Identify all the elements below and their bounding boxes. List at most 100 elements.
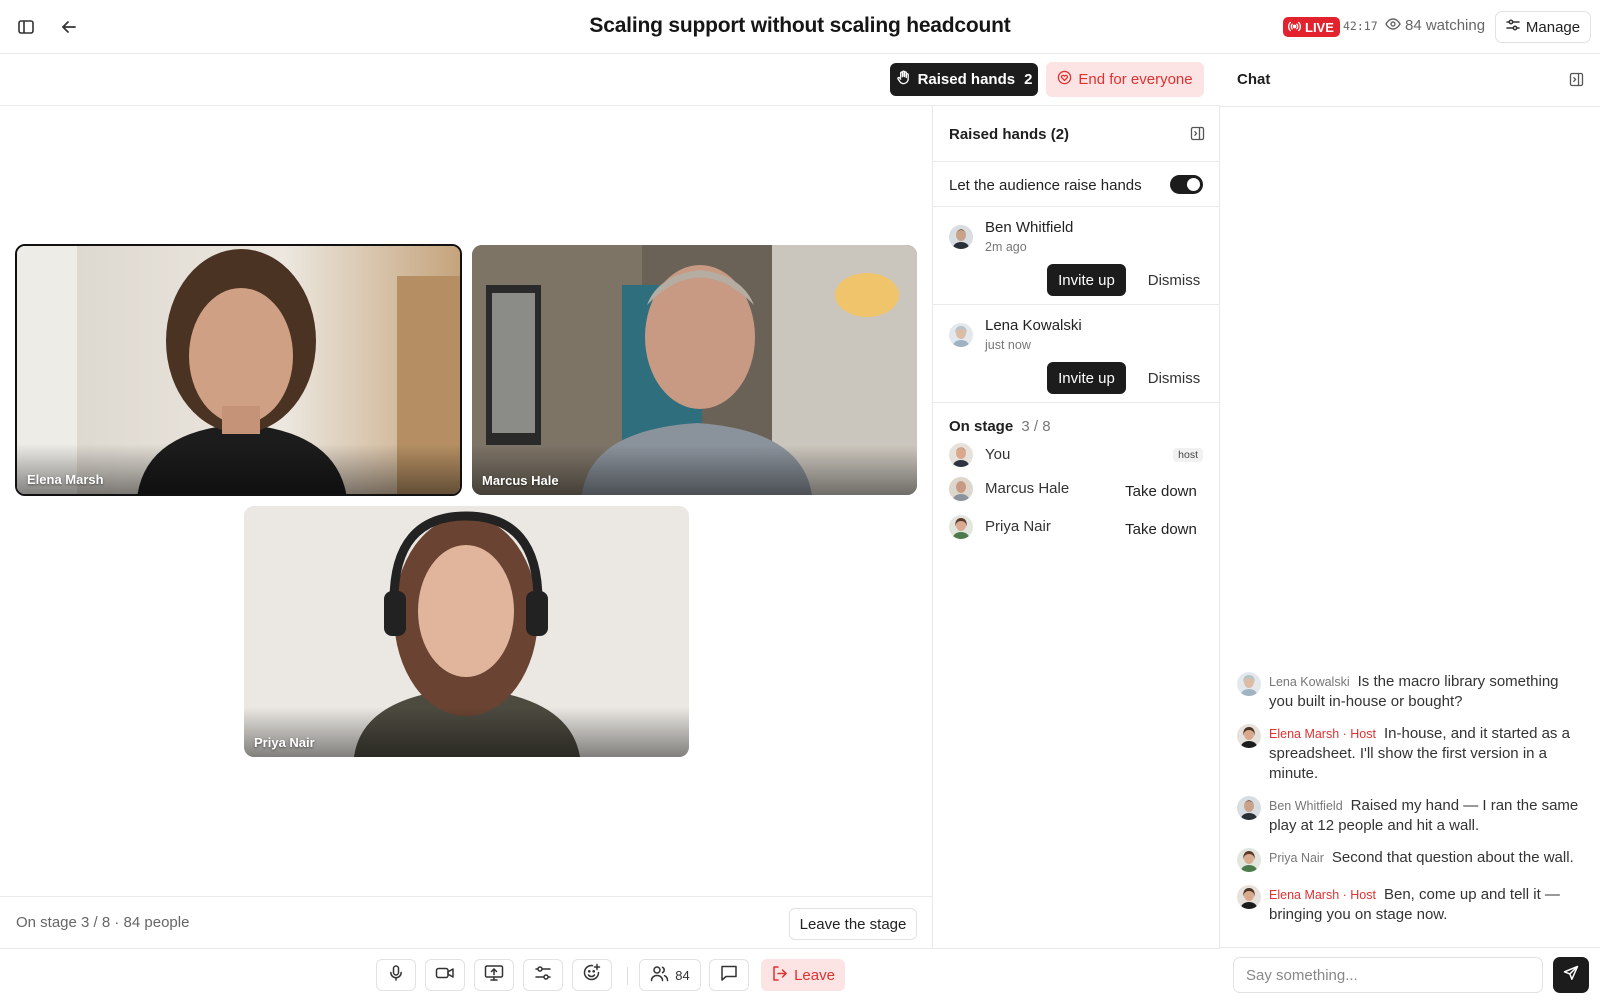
raise-hands-toggle[interactable]: [1170, 175, 1203, 194]
sliders-icon: [534, 964, 552, 986]
emoji-add-icon: [582, 963, 602, 987]
chat-toggle-button[interactable]: [709, 959, 749, 991]
settings-button[interactable]: [523, 959, 563, 991]
message-text: Second that question about the wall.: [1331, 849, 1574, 866]
chat-message: Elena Marsh · Host In-house, and it start…: [1237, 724, 1582, 784]
collapse-chat-icon[interactable]: [1569, 72, 1584, 91]
chat-input[interactable]: [1233, 957, 1543, 993]
avatar: [1237, 672, 1261, 696]
leave-stage-button[interactable]: Leave the stage: [789, 908, 917, 940]
hand-icon: [896, 70, 911, 89]
people-icon: [650, 965, 669, 986]
live-timer: 42:17: [1343, 19, 1378, 33]
end-for-everyone-button[interactable]: End for everyone: [1046, 62, 1204, 97]
manage-label: Manage: [1525, 18, 1581, 36]
avatar: [1237, 724, 1261, 748]
collapse-panel-icon[interactable]: [1190, 126, 1205, 145]
send-button[interactable]: [1553, 957, 1589, 993]
stage-toolbar: Raised hands 2 End for everyone: [0, 54, 1220, 106]
member-name: Priya Nair: [985, 518, 1051, 535]
on-stage-label: On stage: [949, 418, 1014, 435]
camera-button[interactable]: [425, 959, 465, 991]
chat-composer: [1220, 947, 1600, 1000]
leave-label: Leave: [794, 966, 835, 984]
take-down-button[interactable]: Take down: [1117, 476, 1205, 506]
eye-icon: [1385, 17, 1401, 34]
message-author: Priya Nair: [1269, 851, 1324, 865]
take-down-button[interactable]: Take down: [1117, 514, 1205, 544]
message-author: Ben Whitfield: [1269, 799, 1343, 813]
invite-up-button[interactable]: Invite up: [1047, 264, 1126, 296]
video-tile-elena[interactable]: Elena Marsh: [15, 244, 462, 496]
sliders-icon: [1506, 18, 1520, 36]
chat-title: Chat: [1237, 71, 1271, 88]
on-stage-member: You host: [949, 442, 1205, 468]
avatar: [1237, 885, 1261, 909]
hand-request-item: Lena Kowalski just now Invite up Dismiss: [933, 305, 1219, 403]
viewer-count: 84 watching: [1385, 17, 1485, 34]
tile-name: Priya Nair: [254, 735, 315, 750]
stop-circle-icon: [1057, 70, 1072, 89]
tile-name: Elena Marsh: [27, 472, 104, 487]
chat-message: Lena Kowalski Is the macro library someth…: [1237, 672, 1582, 712]
invite-up-button[interactable]: Invite up: [1047, 362, 1126, 394]
message-author: Lena Kowalski: [1269, 675, 1350, 689]
on-stage-heading: On stage 3 / 8: [949, 418, 1051, 435]
camera-icon: [435, 964, 455, 986]
exit-icon: [771, 965, 788, 986]
raised-hands-title: Raised hands (2): [949, 126, 1070, 143]
member-name: Marcus Hale: [985, 480, 1070, 497]
chat-message: Ben Whitfield Raised my hand — I ran the …: [1237, 796, 1582, 836]
tile-name: Marcus Hale: [482, 473, 559, 488]
stage-footer: On stage 3 / 8 · 84 people Leave the sta…: [0, 896, 932, 948]
avatar: [949, 323, 973, 347]
avatar: [949, 477, 973, 501]
chat-header: Chat: [1220, 54, 1600, 107]
hand-request-item: Ben Whitfield 2m ago Invite up Dismiss: [933, 207, 1219, 305]
chat-message: Elena Marsh · Host Ben, come up and tell …: [1237, 885, 1582, 925]
raised-hands-header: Raised hands (2): [933, 106, 1219, 162]
request-time: 2m ago: [985, 240, 1027, 254]
microphone-button[interactable]: [376, 959, 416, 991]
avatar: [1237, 796, 1261, 820]
screen-share-icon: [484, 964, 504, 986]
live-badge: LIVE: [1283, 17, 1340, 37]
raise-hands-setting: Let the audience raise hands: [933, 162, 1219, 207]
chat-bubble-icon: [720, 964, 738, 986]
avatar: [949, 443, 973, 467]
manage-button[interactable]: Manage: [1495, 11, 1591, 43]
call-controls: 84 Leave: [0, 948, 1220, 1000]
raised-hands-count: 2: [1024, 71, 1033, 88]
host-tag: host: [1173, 448, 1203, 462]
dismiss-button[interactable]: Dismiss: [1137, 362, 1211, 394]
microphone-icon: [387, 964, 405, 986]
member-name: You: [985, 446, 1011, 463]
reactions-button[interactable]: [572, 959, 612, 991]
send-icon: [1563, 965, 1579, 985]
participants-count: 84: [675, 967, 690, 983]
leave-button[interactable]: Leave: [761, 959, 845, 991]
broadcast-icon: [1288, 20, 1301, 35]
avatar: [949, 225, 973, 249]
dismiss-button[interactable]: Dismiss: [1137, 264, 1211, 296]
stage-summary: On stage 3 / 8 · 84 people: [16, 914, 190, 931]
participants-button[interactable]: 84: [639, 959, 701, 991]
video-tile-priya[interactable]: Priya Nair: [244, 506, 689, 757]
request-time: just now: [985, 338, 1031, 352]
raise-hands-toggle-label: Let the audience raise hands: [949, 177, 1142, 194]
on-stage-member: Priya Nair Take down: [949, 514, 1205, 540]
divider: [627, 967, 628, 985]
message-author: Elena Marsh · Host: [1269, 727, 1376, 741]
watching-label: 84 watching: [1405, 17, 1486, 34]
on-stage-count: 3 / 8: [1021, 418, 1051, 435]
video-tile-marcus[interactable]: Marcus Hale: [472, 245, 917, 495]
avatar: [949, 515, 973, 539]
message-author: Elena Marsh · Host: [1269, 888, 1376, 902]
share-screen-button[interactable]: [474, 959, 514, 991]
raised-hands-panel: Raised hands (2) Let the audience raise …: [932, 106, 1220, 948]
raised-hands-button[interactable]: Raised hands 2: [890, 63, 1038, 96]
requester-name: Lena Kowalski: [985, 317, 1082, 334]
avatar: [1237, 848, 1261, 872]
chat-panel: Chat Lena Kowalski Is the macro library s…: [1220, 54, 1600, 1000]
on-stage-member: Marcus Hale Take down: [949, 476, 1205, 502]
